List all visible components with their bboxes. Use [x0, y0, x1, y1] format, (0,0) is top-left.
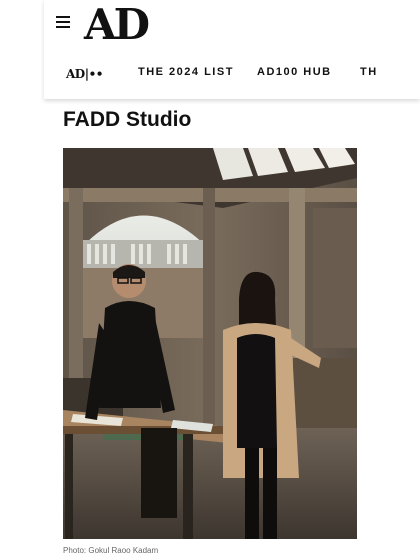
- ad100-badge[interactable]: AD|••: [66, 67, 103, 81]
- nav-ad100-hub[interactable]: AD100 HUB: [257, 66, 332, 78]
- hamburger-menu-icon[interactable]: [56, 16, 70, 28]
- nav-the-2024-list[interactable]: THE 2024 LIST: [138, 66, 234, 78]
- top-bar: AD: [44, 0, 420, 52]
- ad-logo[interactable]: AD: [84, 1, 150, 49]
- ad100-nav: AD|•• THE 2024 LIST AD100 HUB TH: [44, 56, 420, 90]
- article-photo: [63, 148, 357, 539]
- article-title: FADD Studio: [63, 108, 192, 131]
- page: AD AD|•• THE 2024 LIST AD100 HUB TH FADD…: [0, 0, 420, 560]
- site-header: AD AD|•• THE 2024 LIST AD100 HUB TH: [44, 0, 420, 99]
- photo-caption: Photo: Gokul Raoo Kadam: [63, 546, 159, 555]
- nav-truncated-item[interactable]: TH: [360, 66, 378, 78]
